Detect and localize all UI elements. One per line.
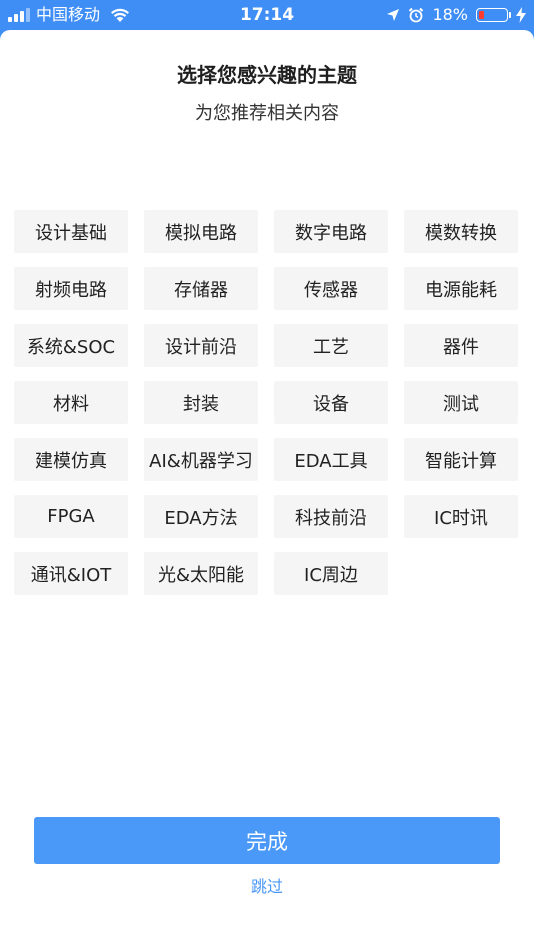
- topic-tag[interactable]: 通讯&IOT: [14, 552, 128, 595]
- topic-tag[interactable]: 设计前沿: [144, 324, 258, 367]
- page-title: 选择您感兴趣的主题: [177, 63, 357, 87]
- done-button[interactable]: 完成: [34, 817, 500, 864]
- topic-tag[interactable]: AI&机器学习: [144, 438, 258, 481]
- topic-tag[interactable]: IC周边: [274, 552, 388, 595]
- topic-tag[interactable]: 传感器: [274, 267, 388, 310]
- topic-tag[interactable]: 系统&SOC: [14, 324, 128, 367]
- status-right: 18%: [386, 4, 526, 26]
- topic-tag[interactable]: 电源能耗: [404, 267, 518, 310]
- charging-bolt-icon: [516, 7, 526, 23]
- battery-level-fill: [479, 11, 484, 19]
- skip-link[interactable]: 跳过: [0, 875, 534, 899]
- topic-tag[interactable]: 光&太阳能: [144, 552, 258, 595]
- page-subtitle: 为您推荐相关内容: [195, 103, 339, 124]
- topic-tag[interactable]: 模数转换: [404, 210, 518, 253]
- topic-tag[interactable]: 建模仿真: [14, 438, 128, 481]
- status-bar: 中国移动 17:14 18%: [0, 0, 534, 30]
- topic-tag[interactable]: FPGA: [14, 495, 128, 538]
- topic-tag[interactable]: 智能计算: [404, 438, 518, 481]
- topic-tag[interactable]: 测试: [404, 381, 518, 424]
- topic-tag[interactable]: 模拟电路: [144, 210, 258, 253]
- battery-icon: [476, 8, 511, 22]
- topic-tag[interactable]: 科技前沿: [274, 495, 388, 538]
- topic-tag[interactable]: 器件: [404, 324, 518, 367]
- location-arrow-icon: [387, 9, 400, 21]
- topic-tag[interactable]: 存储器: [144, 267, 258, 310]
- topic-tag[interactable]: 数字电路: [274, 210, 388, 253]
- topic-tag[interactable]: IC时讯: [404, 495, 518, 538]
- topic-tag[interactable]: 射频电路: [14, 267, 128, 310]
- topic-grid: 设计基础 模拟电路 数字电路 模数转换 射频电路 存储器 传感器 电源能耗 系统…: [14, 210, 520, 595]
- topic-selection-sheet: 选择您感兴趣的主题 为您推荐相关内容 设计基础 模拟电路 数字电路 模数转换 射…: [0, 30, 534, 950]
- topic-tag[interactable]: EDA方法: [144, 495, 258, 538]
- topic-tag[interactable]: 封装: [144, 381, 258, 424]
- topic-tag[interactable]: 工艺: [274, 324, 388, 367]
- battery-percent: 18%: [432, 5, 468, 24]
- alarm-clock-icon: [409, 7, 424, 23]
- topic-tag[interactable]: 设备: [274, 381, 388, 424]
- topic-tag[interactable]: 设计基础: [14, 210, 128, 253]
- topic-tag[interactable]: 材料: [14, 381, 128, 424]
- topic-tag[interactable]: EDA工具: [274, 438, 388, 481]
